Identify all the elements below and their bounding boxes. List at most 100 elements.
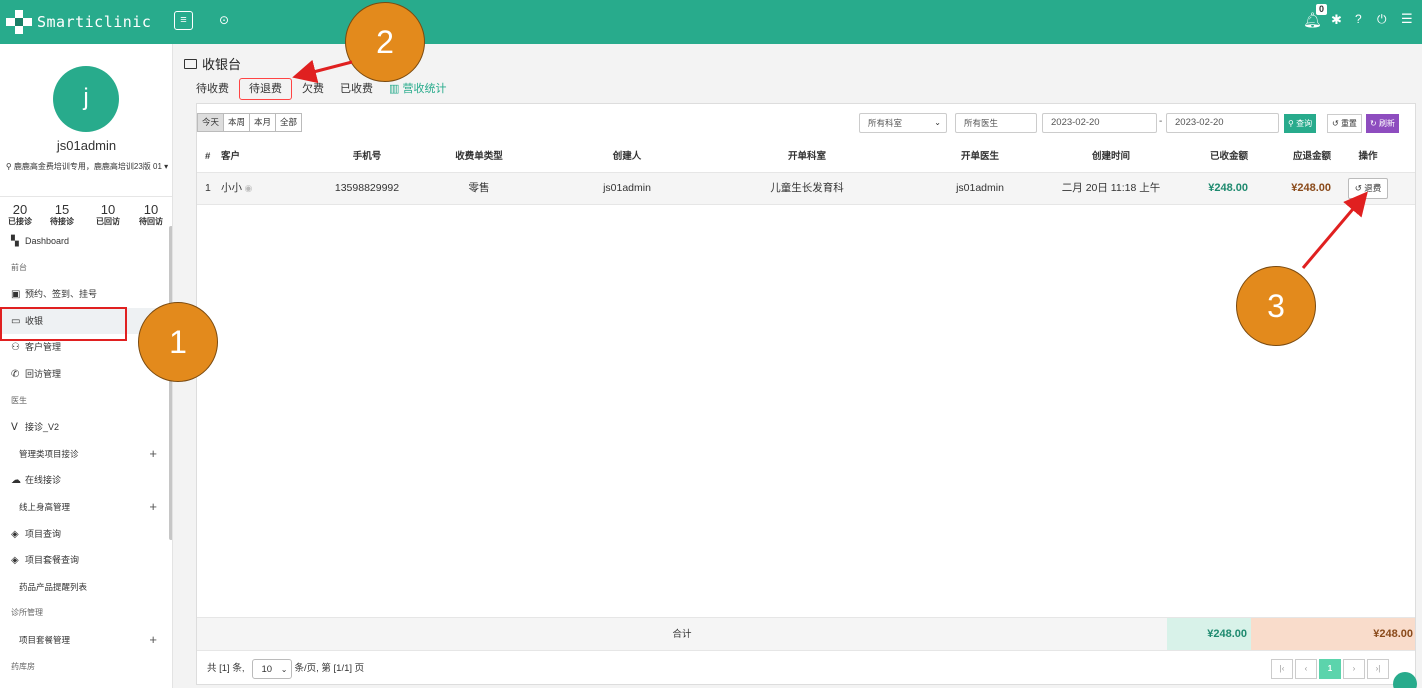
range-month-button[interactable]: 本月 [249,113,277,132]
col-index: # [205,151,211,162]
doctor-input[interactable]: 所有医生 [955,113,1037,133]
cross-logo-icon [6,10,32,34]
page-title: 收银台 [184,54,241,73]
search-label: 查询 [1296,119,1313,128]
row-department: 儿童生长发育科 [770,182,844,194]
top-navbar: Smarticlinic ≡ ⊙ 🔔︎ 0 ✱ ? ⏻ ☰ [0,0,1422,44]
refund-panel: 今天 本周 本月 全部 所有科室 ⌄ 所有医生 2023-02-20 - 2023… [196,103,1416,685]
col-received[interactable]: 已收金额 [1157,141,1248,172]
sidebar-item-label: 预约、签到、挂号 [25,289,98,300]
gear-icon[interactable]: ✱ [1331,12,1342,28]
sidebar-item-project-query[interactable]: ◈ 项目查询 [0,521,169,548]
refund-label: 退费 [1364,183,1382,193]
page-indicator: 第 [1/1] 页 [321,663,365,674]
refund-total: ¥248.00 [1251,618,1415,650]
reset-label: 重置 [1340,119,1357,128]
sidebar-item-online-consult[interactable]: ☁︎ 在线接诊 [0,467,169,494]
visit-stats: 20 已接诊 15 待接诊 10 已回访 10 待回访 [0,196,172,228]
reset-button[interactable]: ↺ 重置 [1327,114,1362,133]
sidebar-item-package-management[interactable]: 项目套餐管理 + [0,627,169,654]
brand-logo[interactable]: Smarticlinic [6,10,151,34]
stat-waiting[interactable]: 15 待接诊 [42,203,82,227]
col-customer[interactable]: 客户 [221,141,240,172]
range-all-button[interactable]: 全部 [275,113,303,132]
department-select[interactable]: 所有科室 ⌄ [859,113,947,133]
sidebar-item-managed-consult[interactable]: 管理类项目接诊 + [0,441,169,468]
row-customer[interactable]: 小小 ◉ [221,173,252,204]
total-count: 共 [1] 条, [207,663,245,674]
cloud-icon: ☁︎ [11,475,21,487]
search-icon: ⚲ [1288,119,1297,128]
range-week-button[interactable]: 本周 [223,113,251,132]
pill-icon: ◈ [11,528,19,540]
stat-followed-up[interactable]: 10 已回访 [88,203,128,227]
col-creator[interactable]: 创建人 [587,141,667,172]
sidebar-nav: ▚ Dashboard 前台 ▣ 预约、签到、挂号 ▭ 收银 ⚇ 客户管理 ✆ 回访管理 … [0,228,169,680]
col-refundable[interactable]: 应退金额 [1251,141,1331,172]
sidebar-item-label: 管理类项目接诊 [19,448,79,459]
expand-plus-icon[interactable]: + [149,494,157,521]
organization-name: 鹿鹿高金费培训专用，鹿鹿高培训23版 01 [13,162,162,171]
sidebar-item-dashboard[interactable]: ▚ Dashboard [0,228,169,255]
notification-badge: 0 [1316,4,1328,15]
prev-page-button[interactable]: ‹ [1295,659,1317,679]
bar-chart-icon: ▥ [389,83,403,95]
expand-plus-icon[interactable]: + [149,441,157,468]
sidebar-item-followup[interactable]: ✆ 回访管理 [0,361,169,388]
avatar[interactable]: j [53,66,119,132]
row-received: ¥248.00 [1208,182,1248,194]
list-menu-icon[interactable]: ☰ [1401,11,1413,27]
step-3-callout: 3 [1236,266,1316,346]
reset-icon: ↺ [1332,119,1341,128]
range-today-button[interactable]: 今天 [197,113,225,132]
tab-pending-refund[interactable]: 待退费 [239,78,292,100]
username: js01admin [56,138,117,153]
tab-charged[interactable]: 已收费 [334,78,379,100]
date-from-input[interactable]: 2023-02-20 [1042,113,1157,133]
table-row[interactable]: 1 小小 ◉ 13598829992 零售 js01admin 儿童生长发育科 … [197,173,1415,205]
menu-toggle-button[interactable]: ≡ [174,11,193,30]
stat-visited[interactable]: 20 已接诊 [0,203,40,227]
brand-name: Smarticlinic [37,13,152,31]
expand-plus-icon[interactable]: + [149,627,157,654]
sidebar-item-consult-v2[interactable]: ⴸ 接诊_V2 [0,414,169,441]
refund-button[interactable]: ↺ 退费 [1348,178,1388,199]
col-phone[interactable]: 手机号 [327,141,407,172]
tab-pending-charge[interactable]: 待收费 [190,78,235,100]
sidebar-item-height-management[interactable]: 线上身高管理 + [0,494,169,521]
stethoscope-icon: ⴸ [11,422,18,434]
sidebar-item-drug-reminders[interactable]: 药品产品提醒列表 [0,574,169,601]
col-type[interactable]: 收费单类型 [439,141,519,172]
stat-pending-followup[interactable]: 10 待回访 [131,203,171,227]
per-page-text: 条/页, [294,663,319,674]
next-page-button[interactable]: › [1343,659,1365,679]
organization-select[interactable]: ⚲ 鹿鹿高金费培训专用，鹿鹿高培训23版 01 ▾ [4,161,170,172]
tab-label: 营收统计 [402,83,447,95]
help-icon[interactable]: ? [1355,12,1362,26]
col-doctor[interactable]: 开单医生 [940,141,1020,172]
sidebar-item-appointment[interactable]: ▣ 预约、签到、挂号 [0,281,169,308]
pagination-controls: |‹ ‹ 1 › ›| [1269,659,1389,679]
received-total: ¥248.00 [1167,618,1251,650]
col-department[interactable]: 开单科室 [757,141,857,172]
chevron-down-icon: ▾ [161,162,169,171]
date-range-buttons: 今天 本周 本月 全部 [197,113,303,132]
date-to-input[interactable]: 2023-02-20 [1166,113,1279,133]
page-size-select[interactable]: 10 ⌄ [252,659,293,679]
tab-revenue-stats[interactable]: ▥ 营收统计 [383,78,452,100]
col-created[interactable]: 创建时间 [1071,141,1151,172]
last-page-button[interactable]: ›| [1367,659,1389,679]
target-icon[interactable]: ⊙ [219,13,229,27]
page-1-button[interactable]: 1 [1319,659,1341,679]
sidebar-item-label: 项目套餐查询 [25,555,80,566]
tab-arrears[interactable]: 欠费 [296,78,330,100]
search-button[interactable]: ⚲ 查询 [1284,114,1317,133]
pagination-info: 共 [1] 条, 10 ⌄ 条/页, 第 [1/1] 页 [207,659,364,679]
doctor-placeholder: 所有医生 [964,118,999,128]
sidebar-scrollbar[interactable] [169,226,172,540]
sidebar-item-package-query[interactable]: ◈ 项目套餐查询 [0,547,169,574]
cashier-tabs: 待收费 待退费 欠费 已收费 ▥ 营收统计 [190,78,456,100]
refresh-button[interactable]: ↻ 刷新 [1366,114,1399,133]
power-icon[interactable]: ⏻ [1377,12,1387,27]
first-page-button[interactable]: |‹ [1271,659,1293,679]
